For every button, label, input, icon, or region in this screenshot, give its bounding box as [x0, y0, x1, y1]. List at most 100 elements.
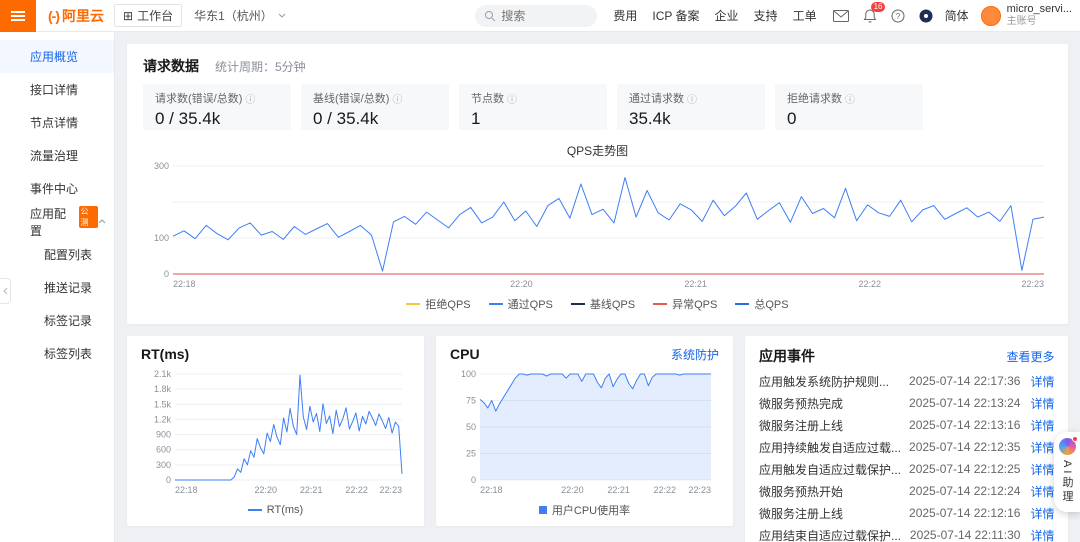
info-icon[interactable]: ⓘ	[687, 91, 697, 106]
aliyun-logo[interactable]: (-) 阿里云	[36, 6, 114, 26]
stats-row: 请求数(错误/总数) ⓘ 0 / 35.4k 基线(错误/总数) ⓘ 0 / 35.…	[143, 84, 1052, 130]
legend-item[interactable]: 总QPS	[735, 296, 789, 312]
sidebar-item-app-overview[interactable]: 应用概览	[0, 40, 114, 73]
main-content: 请求数据 统计周期：5分钟 请求数(错误/总数) ⓘ 0 / 35.4k 基线(错…	[115, 32, 1080, 542]
sidebar-item-label: 标签记录	[44, 314, 93, 328]
sidebar-item-app-config[interactable]: 应用配置 公测	[0, 205, 114, 238]
sidebar-item-node-details[interactable]: 节点详情	[0, 106, 114, 139]
support-link[interactable]: 支持	[754, 7, 778, 24]
event-detail-link[interactable]: 详情	[1030, 373, 1054, 390]
cpu-chart[interactable]: 100 75 50 25 0 22:18 22:20 22:21 22:22 22:23	[450, 368, 719, 496]
page-layout: 应用概览 接口详情 节点详情 流量治理 事件中心 应用配置 公测 配置列表 推送…	[0, 32, 1080, 542]
stat-label: 基线(错误/总数)	[313, 93, 390, 105]
svg-text:1.2k: 1.2k	[154, 414, 172, 424]
sidebar-item-push-records[interactable]: 推送记录	[0, 271, 114, 304]
legend-item[interactable]: 通过QPS	[488, 296, 553, 312]
ticket-link[interactable]: 工单	[793, 7, 817, 24]
legend-item[interactable]: 用户CPU使用率	[538, 502, 631, 518]
sidebar-item-tag-records[interactable]: 标签记录	[0, 304, 114, 337]
sidebar-item-interface-details[interactable]: 接口详情	[0, 73, 114, 106]
ai-assistant-button[interactable]: AI助理	[1054, 432, 1080, 513]
legend-item[interactable]: 基线QPS	[570, 296, 635, 312]
enterprise-link[interactable]: 企业	[715, 7, 739, 24]
avatar[interactable]	[980, 5, 1001, 26]
sidebar-item-config-list[interactable]: 配置列表	[0, 238, 114, 271]
qps-chart[interactable]: 300 100 0 22:18 22:20 22:21 22:22 22:23	[143, 160, 1052, 290]
rt-card: RT(ms) 2.1k 1.8k 1.5k 1.2k 900 600 300 0 22:18 22…	[127, 336, 424, 526]
legend-item[interactable]: RT(ms)	[247, 504, 304, 516]
event-detail-link[interactable]: 详情	[1030, 417, 1054, 434]
event-detail-link[interactable]: 详情	[1030, 461, 1054, 478]
mail-icon[interactable]	[832, 9, 849, 22]
sidebar-item-tag-list[interactable]: 标签列表	[0, 337, 114, 370]
topbar: (-) 阿里云 ⊞ 工作台 华东1（杭州） 费用 ICP 备案 企业 支持 工单…	[0, 0, 1080, 32]
stat-value: 0	[787, 109, 797, 128]
bell-icon[interactable]: 16	[863, 1, 886, 23]
event-name: 应用触发自适应过载保护...	[759, 462, 902, 477]
svg-text:22:23: 22:23	[688, 485, 711, 495]
panel-collapse-toggle[interactable]	[0, 278, 11, 304]
icp-link[interactable]: ICP 备案	[652, 7, 699, 24]
system-protection-link[interactable]: 系统防护	[671, 346, 719, 363]
event-detail-link[interactable]: 详情	[1030, 505, 1054, 522]
event-row: 应用触发系统防护规则... 2025-07-14 22:17:36 详情	[759, 370, 1054, 392]
stat-rejected: 拒绝请求数 ⓘ 0	[775, 84, 923, 130]
event-row: 微服务预热开始 2025-07-14 22:12:24 详情	[759, 480, 1054, 502]
event-detail-link[interactable]: 详情	[1030, 395, 1054, 412]
workbench-button[interactable]: ⊞ 工作台	[114, 4, 183, 27]
language-selector[interactable]: 简体	[945, 7, 969, 24]
cpu-card-title: CPU	[450, 346, 480, 362]
info-icon[interactable]: ⓘ	[845, 91, 855, 106]
rt-chart[interactable]: 2.1k 1.8k 1.5k 1.2k 900 600 300 0 22:18 22:20 22:2…	[141, 368, 410, 496]
legend-label: 总QPS	[754, 299, 789, 311]
sidebar: 应用概览 接口详情 节点详情 流量治理 事件中心 应用配置 公测 配置列表 推送…	[0, 32, 115, 542]
topbar-icons: 16 ?	[832, 1, 933, 23]
sidebar-item-label: 事件中心	[30, 182, 79, 196]
sidebar-item-label: 推送记录	[44, 281, 93, 295]
search-box[interactable]	[475, 4, 598, 27]
legend-label: RT(ms)	[266, 504, 304, 516]
region-label: 华东1（杭州）	[194, 9, 273, 23]
event-detail-link[interactable]: 详情	[1030, 439, 1054, 456]
event-time: 2025-07-14 22:12:24	[909, 484, 1021, 498]
chevron-down-icon	[278, 13, 286, 18]
legend-item[interactable]: 拒绝QPS	[406, 296, 471, 312]
stat-label: 节点数	[471, 93, 504, 105]
svg-text:50: 50	[466, 422, 476, 432]
hamburger-menu-button[interactable]	[0, 0, 36, 32]
event-time: 2025-07-14 22:12:16	[909, 506, 1021, 520]
bottom-row: RT(ms) 2.1k 1.8k 1.5k 1.2k 900 600 300 0 22:18 22…	[127, 336, 1069, 542]
event-detail-link[interactable]: 详情	[1030, 483, 1054, 500]
event-row: 微服务注册上线 2025-07-14 22:12:16 详情	[759, 502, 1054, 524]
svg-text:0: 0	[471, 475, 476, 485]
ai-assistant-label: AI助理	[1061, 460, 1073, 505]
view-more-link[interactable]: 查看更多	[1006, 348, 1054, 365]
svg-text:300: 300	[154, 161, 169, 171]
stat-value: 1	[471, 109, 481, 128]
search-input[interactable]	[501, 8, 582, 23]
help-icon[interactable]: ?	[891, 9, 905, 23]
legend-swatch	[653, 303, 668, 305]
sidebar-item-label: 流量治理	[30, 149, 79, 163]
workbench-label: 工作台	[137, 9, 174, 23]
event-detail-link[interactable]: 详情	[1030, 527, 1054, 542]
legend-label: 用户CPU使用率	[551, 505, 631, 517]
rt-legend: RT(ms)	[141, 502, 410, 518]
chevron-up-icon	[98, 219, 106, 224]
event-name: 微服务注册上线	[759, 418, 844, 433]
sidebar-item-event-center[interactable]: 事件中心	[0, 172, 114, 205]
billing-link[interactable]: 费用	[613, 7, 637, 24]
info-icon[interactable]: ⓘ	[245, 91, 255, 106]
region-selector[interactable]: 华东1（杭州）	[194, 7, 286, 24]
info-icon[interactable]: ⓘ	[392, 91, 402, 106]
apps-icon[interactable]	[919, 9, 933, 23]
account-info[interactable]: micro_servi... 主账号	[1007, 3, 1072, 28]
svg-text:0: 0	[164, 269, 169, 279]
event-row: 应用持续触发自适应过载... 2025-07-14 22:12:35 详情	[759, 436, 1054, 458]
legend-label: 拒绝QPS	[425, 299, 471, 311]
sidebar-item-traffic-governance[interactable]: 流量治理	[0, 139, 114, 172]
cpu-card: CPU 系统防护 100 75 50 25 0 22:18 22:20 22:21 22:22 2…	[436, 336, 733, 526]
stat-label: 拒绝请求数	[787, 93, 842, 105]
legend-item[interactable]: 异常QPS	[653, 296, 717, 312]
info-icon[interactable]: ⓘ	[507, 91, 517, 106]
